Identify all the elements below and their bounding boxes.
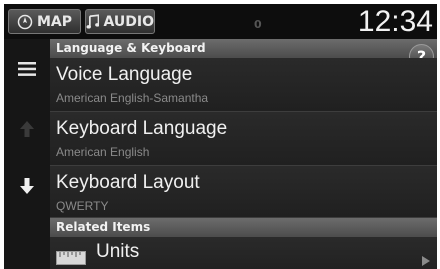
audio-button-label: AUDIO bbox=[103, 13, 154, 30]
arrow-down-icon bbox=[20, 178, 34, 194]
item-title: Units bbox=[96, 241, 140, 262]
audio-button[interactable]: AUDIO bbox=[85, 9, 155, 34]
clock: 12:34 bbox=[357, 5, 433, 38]
item-subtitle: QWERTY bbox=[56, 199, 109, 213]
map-button[interactable]: MAP bbox=[8, 9, 81, 34]
menu-button[interactable] bbox=[15, 57, 39, 81]
section-header-label: Related Items bbox=[56, 220, 151, 234]
item-subtitle: American English bbox=[56, 145, 150, 159]
item-title: Keyboard Language bbox=[56, 118, 228, 139]
signal-indicator: 0 bbox=[254, 18, 262, 31]
left-rail bbox=[4, 39, 51, 269]
section-header-language-keyboard: Language & Keyboard bbox=[50, 39, 437, 58]
map-button-label: MAP bbox=[36, 13, 73, 30]
list-item-keyboard-language[interactable]: Keyboard Language American English bbox=[50, 112, 437, 166]
item-subtitle: American English-Samantha bbox=[56, 91, 209, 105]
navigation-screen: MAP AUDIO 0 12:34 Language & Keyboard ? … bbox=[4, 4, 437, 269]
compass-icon bbox=[17, 14, 33, 29]
arrow-up-icon bbox=[20, 121, 34, 137]
scroll-up-button[interactable] bbox=[15, 117, 39, 141]
item-title: Voice Language bbox=[56, 64, 193, 85]
list-item-keyboard-layout[interactable]: Keyboard Layout QWERTY bbox=[50, 166, 437, 218]
section-header-label: Language & Keyboard bbox=[56, 41, 206, 55]
menu-icon bbox=[18, 62, 36, 76]
list-item-units[interactable]: Units bbox=[50, 237, 437, 269]
chevron-right-icon bbox=[422, 256, 430, 266]
section-header-related-items: Related Items bbox=[50, 218, 437, 237]
scroll-down-button[interactable] bbox=[15, 174, 39, 198]
music-note-icon bbox=[86, 13, 100, 29]
item-title: Keyboard Layout bbox=[56, 172, 200, 193]
status-bar: MAP AUDIO 0 12:34 bbox=[4, 4, 437, 39]
ruler-icon bbox=[56, 251, 86, 265]
list-item-voice-language[interactable]: Voice Language American English-Samantha bbox=[50, 58, 437, 112]
